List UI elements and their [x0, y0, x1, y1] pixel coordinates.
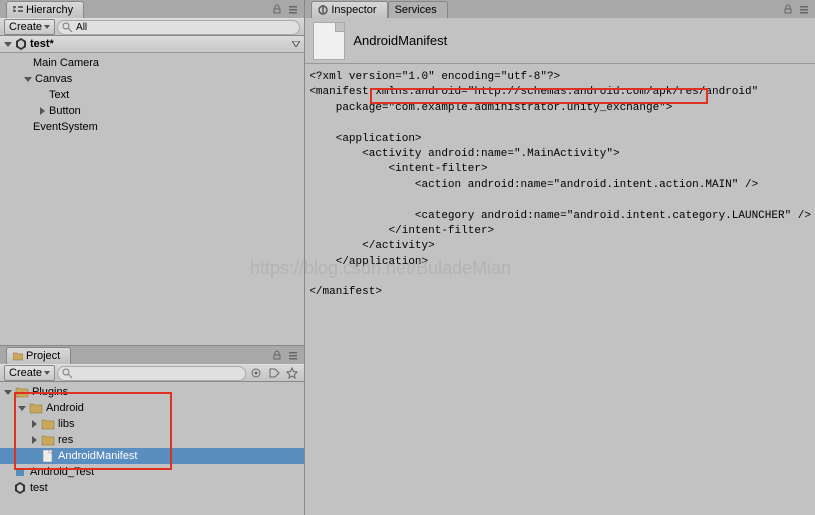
project-toolbar: Create [0, 364, 304, 382]
hierarchy-tab-bar: Hierarchy [0, 0, 304, 18]
filter-by-type-icon[interactable] [248, 366, 264, 381]
dropdown-icon [44, 371, 50, 375]
hierarchy-tree: Main Camera Canvas Text Button EventSyst… [0, 53, 304, 345]
project-tab[interactable]: Project [6, 347, 71, 364]
project-tree: Plugins Android libs res AndroidManifest… [0, 382, 304, 515]
inspector-panel: i Inspector Services AndroidManifest <?x… [305, 0, 815, 515]
panel-menu-icon[interactable] [286, 3, 300, 15]
inspector-tab-bar: i Inspector Services [305, 0, 815, 18]
project-item-android[interactable]: Android [0, 400, 304, 416]
panel-menu-icon[interactable] [797, 3, 811, 15]
foldout-icon[interactable] [4, 390, 12, 395]
item-label: Plugins [32, 386, 68, 398]
scene-dropdown-icon[interactable] [292, 41, 300, 47]
item-label: Android_Test [30, 466, 94, 478]
project-create-button[interactable]: Create [4, 365, 55, 381]
hierarchy-panel: Hierarchy Create test* Main [0, 0, 304, 345]
filter-by-label-icon[interactable] [266, 366, 282, 381]
hierarchy-item-button[interactable]: Button [0, 103, 304, 119]
project-search[interactable] [57, 366, 246, 381]
foldout-icon[interactable] [40, 107, 45, 115]
item-label: libs [58, 418, 75, 430]
lock-icon[interactable] [270, 3, 284, 15]
unity-logo-icon [15, 38, 27, 50]
foldout-icon[interactable] [24, 77, 32, 82]
project-search-input[interactable] [76, 368, 239, 379]
inspector-tab-label: Inspector [331, 4, 376, 16]
panel-menu-icon[interactable] [286, 349, 300, 361]
dropdown-icon [44, 25, 50, 29]
hierarchy-item-canvas[interactable]: Canvas [0, 71, 304, 87]
scene-title-bar[interactable]: test* [0, 36, 304, 53]
project-item-android-test[interactable]: Android_Test [0, 464, 304, 480]
lock-icon[interactable] [270, 349, 284, 361]
item-label: AndroidManifest [58, 450, 138, 462]
hierarchy-item-eventsystem[interactable]: EventSystem [0, 119, 304, 135]
hierarchy-search-input[interactable] [76, 22, 293, 33]
hierarchy-item-text[interactable]: Text [0, 87, 304, 103]
project-panel: Project Create Plugins Android libs [0, 345, 304, 515]
folder-icon [41, 417, 55, 431]
services-tab[interactable]: Services [388, 1, 448, 18]
xml-content-view[interactable]: <?xml version="1.0" encoding="utf-8"?> <… [305, 64, 815, 515]
item-label: Main Camera [33, 57, 99, 69]
item-label: Text [49, 89, 69, 101]
unity-scene-icon [13, 481, 27, 495]
create-label: Create [9, 367, 42, 379]
project-item-res[interactable]: res [0, 432, 304, 448]
item-label: res [58, 434, 73, 446]
inspector-icon: i [318, 5, 328, 15]
project-item-manifest[interactable]: AndroidManifest [0, 448, 304, 464]
item-label: test [30, 482, 48, 494]
folder-icon [41, 433, 55, 447]
search-icon [62, 22, 73, 33]
hierarchy-toolbar: Create [0, 18, 304, 36]
file-icon [41, 449, 55, 463]
item-label: Button [49, 105, 81, 117]
item-label: Android [46, 402, 84, 414]
folder-icon [15, 385, 29, 399]
create-label: Create [9, 21, 42, 33]
hierarchy-tab-label: Hierarchy [26, 4, 73, 16]
hierarchy-create-button[interactable]: Create [4, 19, 55, 35]
foldout-icon[interactable] [4, 42, 12, 47]
inspector-tab[interactable]: i Inspector [311, 1, 387, 18]
services-tab-label: Services [395, 4, 437, 16]
inspector-header: AndroidManifest [305, 18, 815, 64]
asset-file-icon [313, 22, 345, 60]
project-tab-bar: Project [0, 346, 304, 364]
foldout-icon[interactable] [32, 436, 37, 444]
favorites-icon[interactable] [284, 366, 300, 381]
foldout-icon[interactable] [32, 420, 37, 428]
prefab-icon [13, 465, 27, 479]
search-icon [62, 368, 73, 379]
item-label: Canvas [35, 73, 72, 85]
project-icon [13, 351, 23, 361]
project-item-test[interactable]: test [0, 480, 304, 496]
project-item-plugins[interactable]: Plugins [0, 384, 304, 400]
project-tab-label: Project [26, 350, 60, 362]
item-label: EventSystem [33, 121, 98, 133]
foldout-icon[interactable] [18, 406, 26, 411]
hierarchy-tab[interactable]: Hierarchy [6, 1, 84, 18]
hierarchy-icon [13, 5, 23, 15]
svg-text:i: i [322, 5, 325, 15]
scene-name: test* [30, 38, 54, 50]
hierarchy-item-main-camera[interactable]: Main Camera [0, 55, 304, 71]
hierarchy-search[interactable] [57, 20, 300, 35]
project-item-libs[interactable]: libs [0, 416, 304, 432]
asset-name: AndroidManifest [353, 33, 447, 48]
lock-icon[interactable] [781, 3, 795, 15]
folder-icon [29, 401, 43, 415]
